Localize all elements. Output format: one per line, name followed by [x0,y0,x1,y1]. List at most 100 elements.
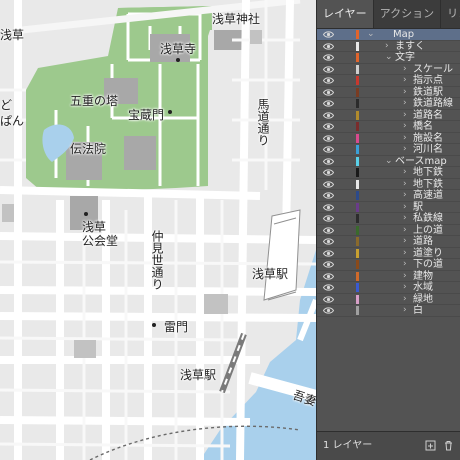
visibility-eye-icon[interactable] [323,99,334,108]
map-canvas[interactable]: 浅草 浅草神社 浅草寺 五重の塔 宝蔵門 馬道通り 伝法院 ど ぱん 浅草 公会… [0,0,316,460]
visibility-eye-icon[interactable] [323,272,334,281]
layer-row[interactable]: › 駅 [317,202,460,214]
visibility-eye-icon[interactable] [323,42,334,51]
visibility-eye-icon[interactable] [323,226,334,235]
collapsed-chevron-icon[interactable]: › [403,167,407,179]
expanded-chevron-icon[interactable]: ⌄ [367,29,375,41]
visibility-eye-icon[interactable] [323,283,334,292]
layer-row[interactable]: › 建物 [317,270,460,283]
layer-name: 地下鉄 [413,167,443,178]
collapsed-chevron-icon[interactable]: › [403,87,407,99]
collapsed-chevron-icon[interactable]: › [403,259,407,271]
layer-row[interactable]: ⌄ ベースmap [317,156,460,168]
layer-color-swatch [356,53,359,62]
delete-layer-icon[interactable] [443,440,454,451]
collapsed-chevron-icon[interactable]: › [403,179,407,191]
collapsed-chevron-icon[interactable]: › [403,144,407,156]
layer-row[interactable]: › スケール [317,64,460,76]
layer-row[interactable]: › 緑地 [317,294,460,306]
layer-name: 道路名 [413,109,443,121]
layer-row[interactable]: › 下の道 [317,259,460,271]
collapsed-chevron-icon[interactable]: › [403,64,407,76]
map-label-hozomon: 宝蔵門 [128,108,165,122]
visibility-eye-icon[interactable] [323,134,334,143]
layer-row[interactable]: › 道塗り [317,247,460,260]
new-layer-icon[interactable] [425,440,436,451]
collapsed-chevron-icon[interactable]: › [403,282,407,294]
layer-row[interactable]: › 私鉄線 [317,213,460,225]
expanded-chevron-icon[interactable]: ⌄ [385,156,393,168]
layer-row[interactable]: › 指示点 [317,75,460,87]
visibility-eye-icon[interactable] [323,306,334,315]
collapsed-chevron-icon[interactable]: › [385,41,389,53]
collapsed-chevron-icon[interactable]: › [403,121,407,133]
layer-row[interactable]: › 上の道 [317,225,460,237]
tab-actions[interactable]: アクション [374,0,442,28]
layer-row[interactable]: › 橋名 [317,121,460,133]
map-label-sensoji: 浅草寺 [160,42,197,56]
tab-links[interactable]: リンク [441,0,460,28]
layer-row[interactable]: › 地下鉄 [317,178,460,191]
panel-footer: 1 レイヤー [317,431,460,460]
layer-row[interactable]: › 白 [317,305,460,317]
layer-row[interactable]: › 鉄道路線 [317,98,460,110]
collapsed-chevron-icon[interactable]: › [403,202,407,214]
visibility-eye-icon[interactable] [323,249,334,258]
layer-name: 道塗り [413,247,443,259]
layer-row[interactable]: ⌄ 文字 [317,52,460,64]
tab-layers[interactable]: レイヤー [317,0,374,28]
visibility-eye-icon[interactable] [323,88,334,97]
collapsed-chevron-icon[interactable]: › [403,225,407,237]
layer-name: 河川名 [413,144,443,155]
layer-name: 建物 [413,270,433,282]
visibility-eye-icon[interactable] [323,53,334,62]
visibility-eye-icon[interactable] [323,260,334,269]
map-label-asakusa-station-east: 浅草駅 [252,267,289,281]
collapsed-chevron-icon[interactable]: › [403,271,407,283]
layer-color-swatch [356,214,359,223]
layer-color-swatch [356,168,359,177]
visibility-eye-icon[interactable] [323,214,334,223]
layer-row[interactable]: › ますく [317,41,460,53]
visibility-eye-icon[interactable] [323,295,334,304]
visibility-eye-icon[interactable] [323,145,334,154]
visibility-eye-icon[interactable] [323,203,334,212]
collapsed-chevron-icon[interactable]: › [403,294,407,306]
layer-name: 地下鉄 [413,178,443,190]
visibility-eye-icon[interactable] [323,76,334,85]
layer-color-swatch [356,64,359,74]
layer-row[interactable]: › 道路名 [317,109,460,122]
visibility-eye-icon[interactable] [323,111,334,120]
collapsed-chevron-icon[interactable]: › [403,75,407,87]
layer-row[interactable]: › 河川名 [317,144,460,156]
layer-row[interactable]: › 地下鉄 [317,167,460,179]
layer-color-swatch [356,30,359,39]
collapsed-chevron-icon[interactable]: › [403,248,407,260]
visibility-eye-icon[interactable] [323,157,334,166]
collapsed-chevron-icon[interactable]: › [403,110,407,122]
visibility-eye-icon[interactable] [323,180,334,189]
collapsed-chevron-icon[interactable]: › [403,213,407,225]
collapsed-chevron-icon[interactable]: › [403,236,407,248]
layer-row[interactable]: ⌄ Map [317,29,460,41]
layer-row[interactable]: › 水域 [317,282,460,294]
visibility-eye-icon[interactable] [323,30,334,39]
layer-row[interactable]: › 施設名 [317,132,460,145]
collapsed-chevron-icon[interactable]: › [403,133,407,145]
layer-row[interactable]: › 高速道 [317,190,460,202]
visibility-eye-icon[interactable] [323,65,334,74]
layer-name: 施設名 [413,132,443,144]
layer-row[interactable]: › 鉄道駅 [317,87,460,99]
expanded-chevron-icon[interactable]: ⌄ [385,52,393,64]
layer-count: 1 レイヤー [323,440,373,451]
visibility-eye-icon[interactable] [323,168,334,177]
visibility-eye-icon[interactable] [323,191,334,200]
layer-row[interactable]: › 道路 [317,236,460,248]
visibility-eye-icon[interactable] [323,122,334,131]
layer-color-swatch [356,122,359,131]
collapsed-chevron-icon[interactable]: › [403,98,407,110]
visibility-eye-icon[interactable] [323,237,334,246]
collapsed-chevron-icon[interactable]: › [403,305,407,317]
collapsed-chevron-icon[interactable]: › [403,190,407,202]
layer-name: 指示点 [413,75,443,86]
